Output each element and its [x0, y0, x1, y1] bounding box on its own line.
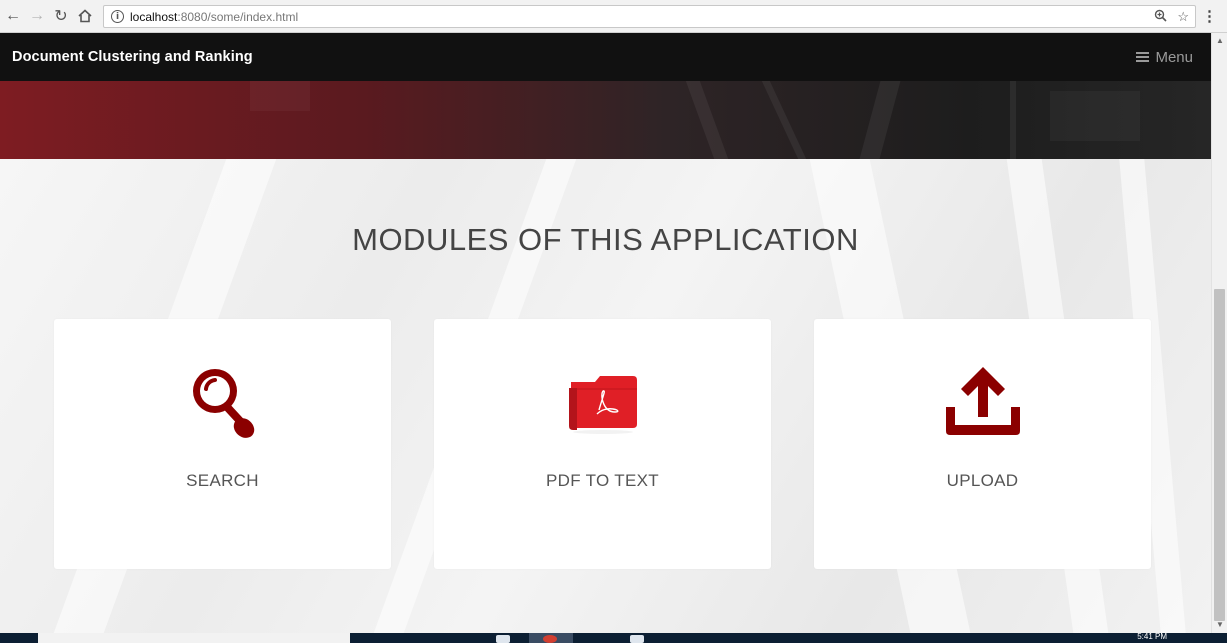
kebab-menu-icon[interactable]: ⋮: [1202, 7, 1217, 25]
page-viewport: Document Clustering and Ranking Menu MOD…: [0, 33, 1211, 633]
module-label-pdf-to-text: PDF TO TEXT: [546, 471, 659, 490]
page-scrollbar[interactable]: ▲ ▼: [1211, 33, 1227, 633]
module-card-upload[interactable]: UPLOAD: [814, 319, 1151, 569]
modules-section: MODULES OF THIS APPLICATION SEARCH PDF T…: [0, 159, 1211, 633]
browser-toolbar: ← → ↻ i localhost:8080/some/index.html ☆…: [0, 0, 1227, 33]
star-icon[interactable]: ☆: [1177, 9, 1189, 25]
forward-arrow-icon[interactable]: →: [26, 5, 48, 27]
module-label-search: SEARCH: [186, 471, 259, 490]
chrome-icon: [543, 635, 557, 643]
menu-button[interactable]: Menu: [1136, 49, 1193, 66]
scroll-down-arrow-icon[interactable]: ▼: [1215, 620, 1225, 630]
taskbar-app-icon[interactable]: [496, 635, 510, 643]
scroll-thumb[interactable]: [1214, 289, 1225, 621]
hero-banner: [0, 81, 1211, 159]
url-host: localhost: [130, 9, 178, 24]
taskbar-clock: 5:41 PM: [1137, 632, 1167, 641]
upload-icon: [943, 361, 1023, 441]
taskbar-search-box[interactable]: [38, 633, 350, 643]
taskbar-app-icon[interactable]: [630, 635, 644, 643]
menu-label: Menu: [1155, 48, 1193, 66]
os-taskbar: 5:41 PM: [0, 633, 1227, 643]
home-icon[interactable]: [74, 5, 96, 27]
pdf-folder-icon: [563, 361, 643, 441]
module-card-pdf-to-text[interactable]: PDF TO TEXT: [434, 319, 771, 569]
module-label-upload: UPLOAD: [946, 471, 1019, 490]
zoom-icon[interactable]: [1154, 9, 1167, 25]
module-card-search[interactable]: SEARCH: [54, 319, 391, 569]
taskbar-active-app[interactable]: [529, 633, 573, 643]
section-title: MODULES OF THIS APPLICATION: [352, 222, 859, 257]
address-bar[interactable]: i localhost:8080/some/index.html ☆: [103, 5, 1196, 28]
magnifier-icon: [183, 361, 263, 441]
reload-icon[interactable]: ↻: [50, 5, 72, 27]
info-icon[interactable]: i: [111, 10, 124, 23]
back-arrow-icon[interactable]: ←: [2, 5, 24, 27]
site-navbar: Document Clustering and Ranking Menu: [0, 33, 1211, 81]
scroll-up-arrow-icon[interactable]: ▲: [1215, 36, 1225, 46]
url-path: :8080/some/index.html: [177, 9, 299, 24]
hamburger-icon: [1136, 52, 1150, 62]
brand-title[interactable]: Document Clustering and Ranking: [12, 49, 253, 65]
